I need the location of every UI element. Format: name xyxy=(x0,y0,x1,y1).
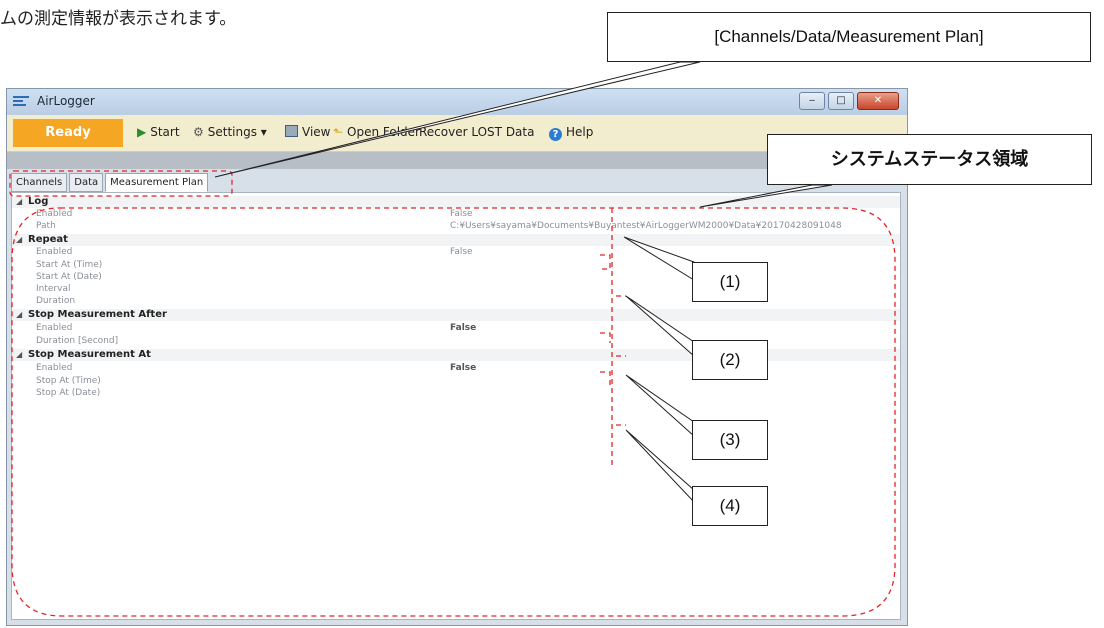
callout-4: (4) xyxy=(692,486,768,526)
callout-2: (2) xyxy=(692,340,768,380)
callout-tabs: [Channels/Data/Measurement Plan] xyxy=(607,12,1091,62)
bracket-1 xyxy=(600,254,611,270)
pointer-system xyxy=(699,184,833,208)
bracket-3b xyxy=(600,371,611,386)
pointer-top xyxy=(214,61,701,178)
tab-highlight xyxy=(9,170,233,197)
callout-3: (3) xyxy=(692,420,768,460)
callout-1: (1) xyxy=(692,262,768,302)
pointer-2 xyxy=(625,295,695,358)
pointer-3 xyxy=(625,374,695,438)
bracket-2b xyxy=(600,332,611,343)
annotation-overlay xyxy=(9,61,896,617)
pointer-4 xyxy=(625,429,695,504)
callout-system-status: システムステータス領域 xyxy=(767,134,1092,185)
pointer-1 xyxy=(623,236,695,281)
